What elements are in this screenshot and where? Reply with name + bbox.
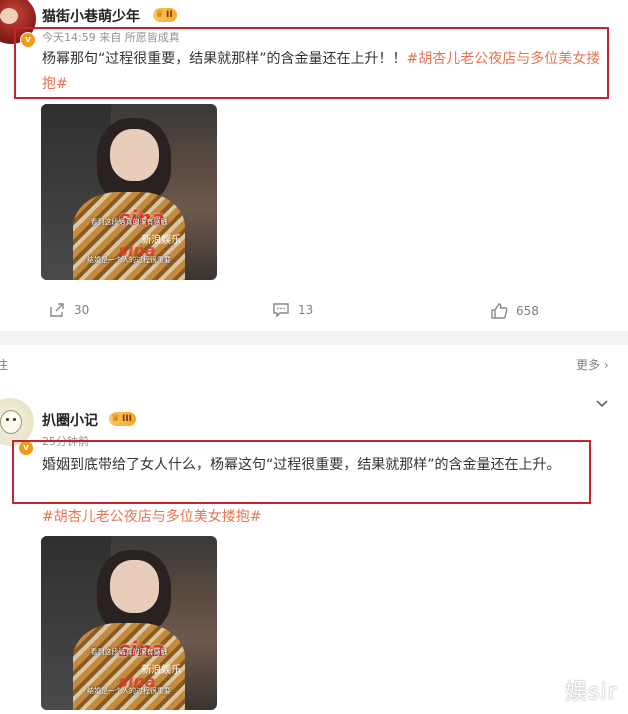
post-menu-button[interactable] bbox=[594, 396, 610, 416]
post-text: 杨幂那句“过程很重要，结果就那样”的含金量还在上升！！#胡杏儿老公夜店与多位美女… bbox=[42, 47, 607, 97]
level-badge: ♛ III bbox=[109, 412, 137, 426]
crown-icon: ♛ bbox=[155, 9, 164, 20]
image-subtitle: 看到这段话真的深有感触 bbox=[90, 648, 168, 657]
post-body: 杨幂那句“过程很重要，结果就那样”的含金量还在上升！！ bbox=[42, 51, 407, 67]
comment-button[interactable]: 13 bbox=[272, 301, 313, 319]
image-subtitle: 看到这段话真的深有感触 bbox=[90, 217, 168, 226]
like-count: 658 bbox=[516, 304, 539, 318]
avatar[interactable] bbox=[0, 398, 34, 446]
image-subtitle-2: 结婚是一个人的过程很重要 bbox=[87, 256, 171, 265]
comment-icon bbox=[273, 303, 289, 318]
repost-icon bbox=[50, 303, 64, 317]
post-image[interactable]: sina 新浪娱乐 看到这段话真的深有感触 sina 结婚是一个人的过程很重要 bbox=[41, 536, 217, 710]
repost-count: 30 bbox=[74, 303, 90, 317]
section-divider bbox=[0, 331, 628, 345]
comment-count: 13 bbox=[298, 303, 314, 317]
topic-link[interactable]: #胡杏儿老公夜店与多位美女搂抱# bbox=[42, 505, 261, 530]
image-subtitle-2: 结婚是一个人的过程很重要 bbox=[87, 686, 171, 695]
like-button[interactable]: 658 bbox=[490, 302, 539, 320]
chevron-down-icon bbox=[596, 400, 608, 408]
post-body: 婚姻到底带给了女人什么，杨幂这句“过程很重要，结果就那样”的含金量还在上升。 bbox=[42, 457, 561, 473]
crown-icon: ♛ bbox=[111, 413, 120, 424]
username[interactable]: 扒圈小记 bbox=[42, 410, 98, 430]
username[interactable]: 猫街小巷萌少年 bbox=[42, 6, 140, 26]
like-icon bbox=[491, 303, 508, 319]
watermark: 娱sir bbox=[565, 680, 618, 705]
section-label: 注 bbox=[0, 358, 9, 372]
level-badge: ♛ II bbox=[153, 8, 177, 22]
more-link[interactable]: 更多 › bbox=[576, 356, 609, 373]
repost-button[interactable]: 30 bbox=[48, 301, 89, 319]
post-image[interactable]: sina 新浪娱乐 看到这段话真的深有感触 sina 结婚是一个人的过程很重要 bbox=[41, 104, 217, 280]
level-label: III bbox=[121, 414, 133, 424]
level-label: II bbox=[165, 10, 173, 20]
